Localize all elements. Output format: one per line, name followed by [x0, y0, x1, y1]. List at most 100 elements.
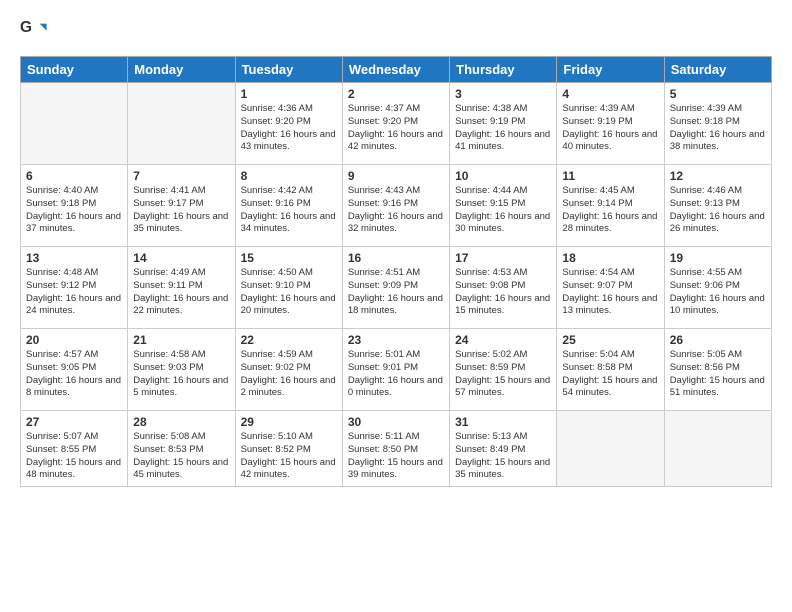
calendar-cell: 31 Sunrise: 5:13 AM Sunset: 8:49 PM Dayli…: [450, 411, 557, 487]
day-number: 7: [133, 169, 229, 183]
day-header-saturday: Saturday: [664, 57, 771, 83]
calendar-cell: 15 Sunrise: 4:50 AM Sunset: 9:10 PM Dayli…: [235, 247, 342, 329]
day-info: Sunrise: 4:51 AM Sunset: 9:09 PM Dayligh…: [348, 267, 444, 318]
calendar-cell: 22 Sunrise: 4:59 AM Sunset: 9:02 PM Dayli…: [235, 329, 342, 411]
calendar-week-5: 27 Sunrise: 5:07 AM Sunset: 8:55 PM Dayli…: [21, 411, 772, 487]
calendar-cell: 9Sunrise: 4:43 AM Sunset: 9:16 PM Daylig…: [342, 165, 449, 247]
day-number: 11: [562, 169, 658, 183]
day-info: Sunrise: 4:41 AM Sunset: 9:17 PM Dayligh…: [133, 185, 229, 236]
day-info: Sunrise: 4:40 AM Sunset: 9:18 PM Dayligh…: [26, 185, 122, 236]
day-number: 28: [133, 415, 229, 429]
day-number: 20: [26, 333, 122, 347]
calendar-cell: 28 Sunrise: 5:08 AM Sunset: 8:53 PM Dayli…: [128, 411, 235, 487]
calendar-page: G SundayMondayTuesdayWednesdayThursdayFr…: [0, 0, 792, 612]
day-info: Sunrise: 4:54 AM Sunset: 9:07 PM Dayligh…: [562, 267, 658, 318]
day-number: 9: [348, 169, 444, 183]
day-info: Sunrise: 4:50 AM Sunset: 9:10 PM Dayligh…: [241, 267, 337, 318]
day-number: 26: [670, 333, 766, 347]
day-info: Sunrise: 5:07 AM Sunset: 8:55 PM Dayligh…: [26, 431, 122, 482]
day-info: Sunrise: 4:45 AM Sunset: 9:14 PM Dayligh…: [562, 185, 658, 236]
day-header-monday: Monday: [128, 57, 235, 83]
day-number: 6: [26, 169, 122, 183]
day-info: Sunrise: 5:01 AM Sunset: 9:01 PM Dayligh…: [348, 349, 444, 400]
day-number: 8: [241, 169, 337, 183]
calendar-cell: 16 Sunrise: 4:51 AM Sunset: 9:09 PM Dayli…: [342, 247, 449, 329]
day-info: Sunrise: 4:55 AM Sunset: 9:06 PM Dayligh…: [670, 267, 766, 318]
day-number: 10: [455, 169, 551, 183]
day-number: 17: [455, 251, 551, 265]
day-info: Sunrise: 4:39 AM Sunset: 9:18 PM Dayligh…: [670, 103, 766, 154]
day-info: Sunrise: 4:44 AM Sunset: 9:15 PM Dayligh…: [455, 185, 551, 236]
day-number: 30: [348, 415, 444, 429]
day-number: 15: [241, 251, 337, 265]
day-number: 21: [133, 333, 229, 347]
calendar-cell: 24 Sunrise: 5:02 AM Sunset: 8:59 PM Dayli…: [450, 329, 557, 411]
day-header-wednesday: Wednesday: [342, 57, 449, 83]
day-number: 16: [348, 251, 444, 265]
day-info: Sunrise: 4:38 AM Sunset: 9:19 PM Dayligh…: [455, 103, 551, 154]
calendar-cell: 2 Sunrise: 4:37 AM Sunset: 9:20 PM Daylig…: [342, 83, 449, 165]
logo-icon: G: [20, 18, 48, 46]
calendar-header-row: SundayMondayTuesdayWednesdayThursdayFrid…: [21, 57, 772, 83]
calendar-cell: [557, 411, 664, 487]
day-info: Sunrise: 4:37 AM Sunset: 9:20 PM Dayligh…: [348, 103, 444, 154]
calendar-cell: 29Sunrise: 5:10 AM Sunset: 8:52 PM Dayli…: [235, 411, 342, 487]
day-info: Sunrise: 5:04 AM Sunset: 8:58 PM Dayligh…: [562, 349, 658, 400]
calendar-table: SundayMondayTuesdayWednesdayThursdayFrid…: [20, 56, 772, 487]
day-number: 1: [241, 87, 337, 101]
calendar-cell: 7 Sunrise: 4:41 AM Sunset: 9:17 PM Daylig…: [128, 165, 235, 247]
day-number: 14: [133, 251, 229, 265]
day-info: Sunrise: 4:58 AM Sunset: 9:03 PM Dayligh…: [133, 349, 229, 400]
day-number: 27: [26, 415, 122, 429]
calendar-cell: 23 Sunrise: 5:01 AM Sunset: 9:01 PM Dayli…: [342, 329, 449, 411]
calendar-cell: 19 Sunrise: 4:55 AM Sunset: 9:06 PM Dayli…: [664, 247, 771, 329]
day-info: Sunrise: 4:49 AM Sunset: 9:11 PM Dayligh…: [133, 267, 229, 318]
calendar-cell: 14 Sunrise: 4:49 AM Sunset: 9:11 PM Dayli…: [128, 247, 235, 329]
calendar-cell: [128, 83, 235, 165]
calendar-week-1: 1 Sunrise: 4:36 AM Sunset: 9:20 PM Daylig…: [21, 83, 772, 165]
day-info: Sunrise: 4:53 AM Sunset: 9:08 PM Dayligh…: [455, 267, 551, 318]
day-number: 19: [670, 251, 766, 265]
day-number: 13: [26, 251, 122, 265]
calendar-cell: 8Sunrise: 4:42 AM Sunset: 9:16 PM Daylig…: [235, 165, 342, 247]
day-info: Sunrise: 4:46 AM Sunset: 9:13 PM Dayligh…: [670, 185, 766, 236]
day-number: 24: [455, 333, 551, 347]
day-info: Sunrise: 4:57 AM Sunset: 9:05 PM Dayligh…: [26, 349, 122, 400]
calendar-cell: 30Sunrise: 5:11 AM Sunset: 8:50 PM Dayli…: [342, 411, 449, 487]
calendar-week-4: 20 Sunrise: 4:57 AM Sunset: 9:05 PM Dayli…: [21, 329, 772, 411]
day-info: Sunrise: 5:08 AM Sunset: 8:53 PM Dayligh…: [133, 431, 229, 482]
day-info: Sunrise: 4:59 AM Sunset: 9:02 PM Dayligh…: [241, 349, 337, 400]
day-number: 2: [348, 87, 444, 101]
calendar-cell: 4Sunrise: 4:39 AM Sunset: 9:19 PM Daylig…: [557, 83, 664, 165]
day-number: 18: [562, 251, 658, 265]
calendar-cell: 20 Sunrise: 4:57 AM Sunset: 9:05 PM Dayli…: [21, 329, 128, 411]
day-info: Sunrise: 5:13 AM Sunset: 8:49 PM Dayligh…: [455, 431, 551, 482]
calendar-cell: 25 Sunrise: 5:04 AM Sunset: 8:58 PM Dayli…: [557, 329, 664, 411]
logo: G: [20, 18, 50, 46]
day-info: Sunrise: 5:10 AM Sunset: 8:52 PM Dayligh…: [241, 431, 337, 482]
day-info: Sunrise: 4:39 AM Sunset: 9:19 PM Dayligh…: [562, 103, 658, 154]
day-info: Sunrise: 5:05 AM Sunset: 8:56 PM Dayligh…: [670, 349, 766, 400]
day-header-sunday: Sunday: [21, 57, 128, 83]
svg-text:G: G: [20, 19, 32, 36]
day-number: 25: [562, 333, 658, 347]
calendar-cell: [21, 83, 128, 165]
calendar-cell: 5 Sunrise: 4:39 AM Sunset: 9:18 PM Daylig…: [664, 83, 771, 165]
day-number: 22: [241, 333, 337, 347]
calendar-week-3: 13Sunrise: 4:48 AM Sunset: 9:12 PM Dayli…: [21, 247, 772, 329]
calendar-cell: 26 Sunrise: 5:05 AM Sunset: 8:56 PM Dayli…: [664, 329, 771, 411]
day-header-thursday: Thursday: [450, 57, 557, 83]
day-number: 12: [670, 169, 766, 183]
day-number: 23: [348, 333, 444, 347]
day-info: Sunrise: 4:36 AM Sunset: 9:20 PM Dayligh…: [241, 103, 337, 154]
day-header-tuesday: Tuesday: [235, 57, 342, 83]
calendar-cell: 1 Sunrise: 4:36 AM Sunset: 9:20 PM Daylig…: [235, 83, 342, 165]
calendar-cell: 13Sunrise: 4:48 AM Sunset: 9:12 PM Dayli…: [21, 247, 128, 329]
calendar-week-2: 6 Sunrise: 4:40 AM Sunset: 9:18 PM Daylig…: [21, 165, 772, 247]
day-number: 31: [455, 415, 551, 429]
calendar-cell: 3Sunrise: 4:38 AM Sunset: 9:19 PM Daylig…: [450, 83, 557, 165]
calendar-cell: 10 Sunrise: 4:44 AM Sunset: 9:15 PM Dayli…: [450, 165, 557, 247]
calendar-cell: 17 Sunrise: 4:53 AM Sunset: 9:08 PM Dayli…: [450, 247, 557, 329]
day-number: 5: [670, 87, 766, 101]
day-info: Sunrise: 5:02 AM Sunset: 8:59 PM Dayligh…: [455, 349, 551, 400]
